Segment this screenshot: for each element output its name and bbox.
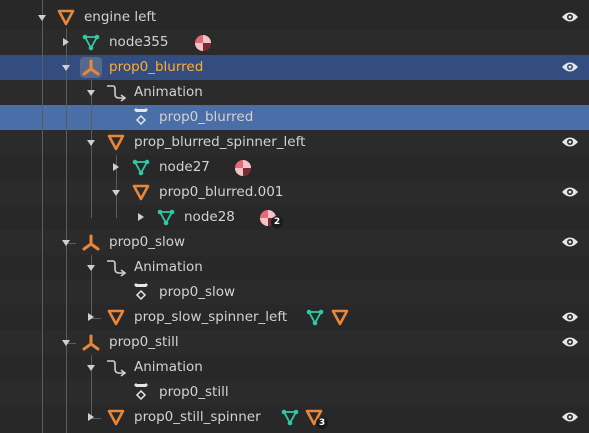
- expand-toggle[interactable]: [88, 413, 94, 421]
- outliner-item-label[interactable]: Animation: [134, 80, 203, 105]
- outliner-item-label[interactable]: node27: [159, 155, 210, 180]
- collapse-toggle[interactable]: [62, 65, 70, 71]
- empty-object-icon: [132, 184, 150, 201]
- mesh-data-icon[interactable]: [305, 308, 325, 327]
- row-bg-selected: [0, 105, 589, 130]
- action-keyframe-icon: [134, 283, 148, 301]
- outliner-item-label[interactable]: prop0_still: [109, 330, 179, 355]
- collapse-toggle[interactable]: [87, 265, 95, 271]
- collapse-toggle[interactable]: [112, 190, 120, 196]
- animation-curve-icon: [107, 85, 127, 102]
- count-badge: 3: [316, 417, 328, 429]
- empty-object-icon: [107, 409, 125, 426]
- animation-curve-icon: [107, 260, 127, 277]
- empty-object-icon: [57, 9, 75, 26]
- empty-object-icon: [107, 309, 125, 326]
- outliner-item-label[interactable]: engine left: [84, 5, 156, 30]
- row-bg: [0, 280, 589, 305]
- outliner-item-label[interactable]: Animation: [134, 355, 203, 380]
- mesh-data-icon: [157, 209, 175, 226]
- empty-object-icon[interactable]: [331, 309, 349, 326]
- outliner-item-label[interactable]: prop0_blurred.001: [159, 180, 283, 205]
- eye-icon[interactable]: [561, 411, 579, 423]
- row-bg: [0, 205, 589, 230]
- expand-toggle[interactable]: [63, 38, 69, 46]
- eye-icon[interactable]: [561, 311, 579, 323]
- outliner-item-label[interactable]: prop0_slow: [109, 230, 185, 255]
- row-bg: [0, 155, 589, 180]
- material-icon[interactable]: [234, 159, 252, 177]
- outliner-item-label[interactable]: prop_blurred_spinner_left: [134, 130, 305, 155]
- expand-toggle[interactable]: [113, 163, 119, 171]
- expand-toggle[interactable]: [138, 213, 144, 221]
- material-icon[interactable]: [194, 34, 212, 52]
- armature-bone-icon: [82, 334, 100, 351]
- collapse-toggle[interactable]: [62, 240, 70, 246]
- row-bg: [0, 380, 589, 405]
- outliner-item-label[interactable]: node28: [184, 205, 235, 230]
- tree-line: [91, 80, 92, 218]
- collapse-toggle[interactable]: [87, 90, 95, 96]
- armature-bone-icon: [82, 59, 100, 76]
- collapse-toggle[interactable]: [62, 340, 70, 346]
- outliner-item-label[interactable]: prop0_blurred: [109, 55, 203, 80]
- animation-curve-icon: [107, 360, 127, 377]
- mesh-data-icon: [132, 159, 150, 176]
- tree-line: [42, 0, 43, 433]
- outliner-item-label[interactable]: prop0_blurred: [159, 105, 253, 130]
- collapse-toggle[interactable]: [87, 365, 95, 371]
- outliner-item-label[interactable]: prop0_slow: [159, 280, 235, 305]
- empty-object-icon: [107, 134, 125, 151]
- outliner-item-label[interactable]: Animation: [134, 255, 203, 280]
- count-badge: 2: [271, 216, 283, 228]
- outliner-panel: engine left node355 prop0_blurred Animat…: [0, 0, 589, 433]
- mesh-data-icon[interactable]: [280, 408, 300, 427]
- eye-icon[interactable]: [561, 186, 579, 198]
- eye-icon[interactable]: [561, 61, 579, 73]
- armature-bone-icon: [82, 234, 100, 251]
- row-bg: [0, 180, 589, 205]
- outliner-item-label[interactable]: node355: [109, 30, 168, 55]
- eye-icon[interactable]: [561, 336, 579, 348]
- expand-toggle[interactable]: [88, 313, 94, 321]
- eye-icon[interactable]: [561, 236, 579, 248]
- eye-icon[interactable]: [561, 11, 579, 23]
- outliner-item-label[interactable]: prop0_still_spinner: [134, 405, 261, 430]
- action-keyframe-icon: [134, 383, 148, 401]
- collapse-toggle[interactable]: [38, 15, 46, 21]
- collapse-toggle[interactable]: [87, 140, 95, 146]
- eye-icon[interactable]: [561, 136, 579, 148]
- outliner-item-label[interactable]: prop0_still: [159, 380, 229, 405]
- outliner-item-label[interactable]: prop_slow_spinner_left: [134, 305, 287, 330]
- tree-line: [66, 28, 67, 433]
- mesh-data-icon: [82, 34, 100, 51]
- action-keyframe-icon: [134, 108, 148, 126]
